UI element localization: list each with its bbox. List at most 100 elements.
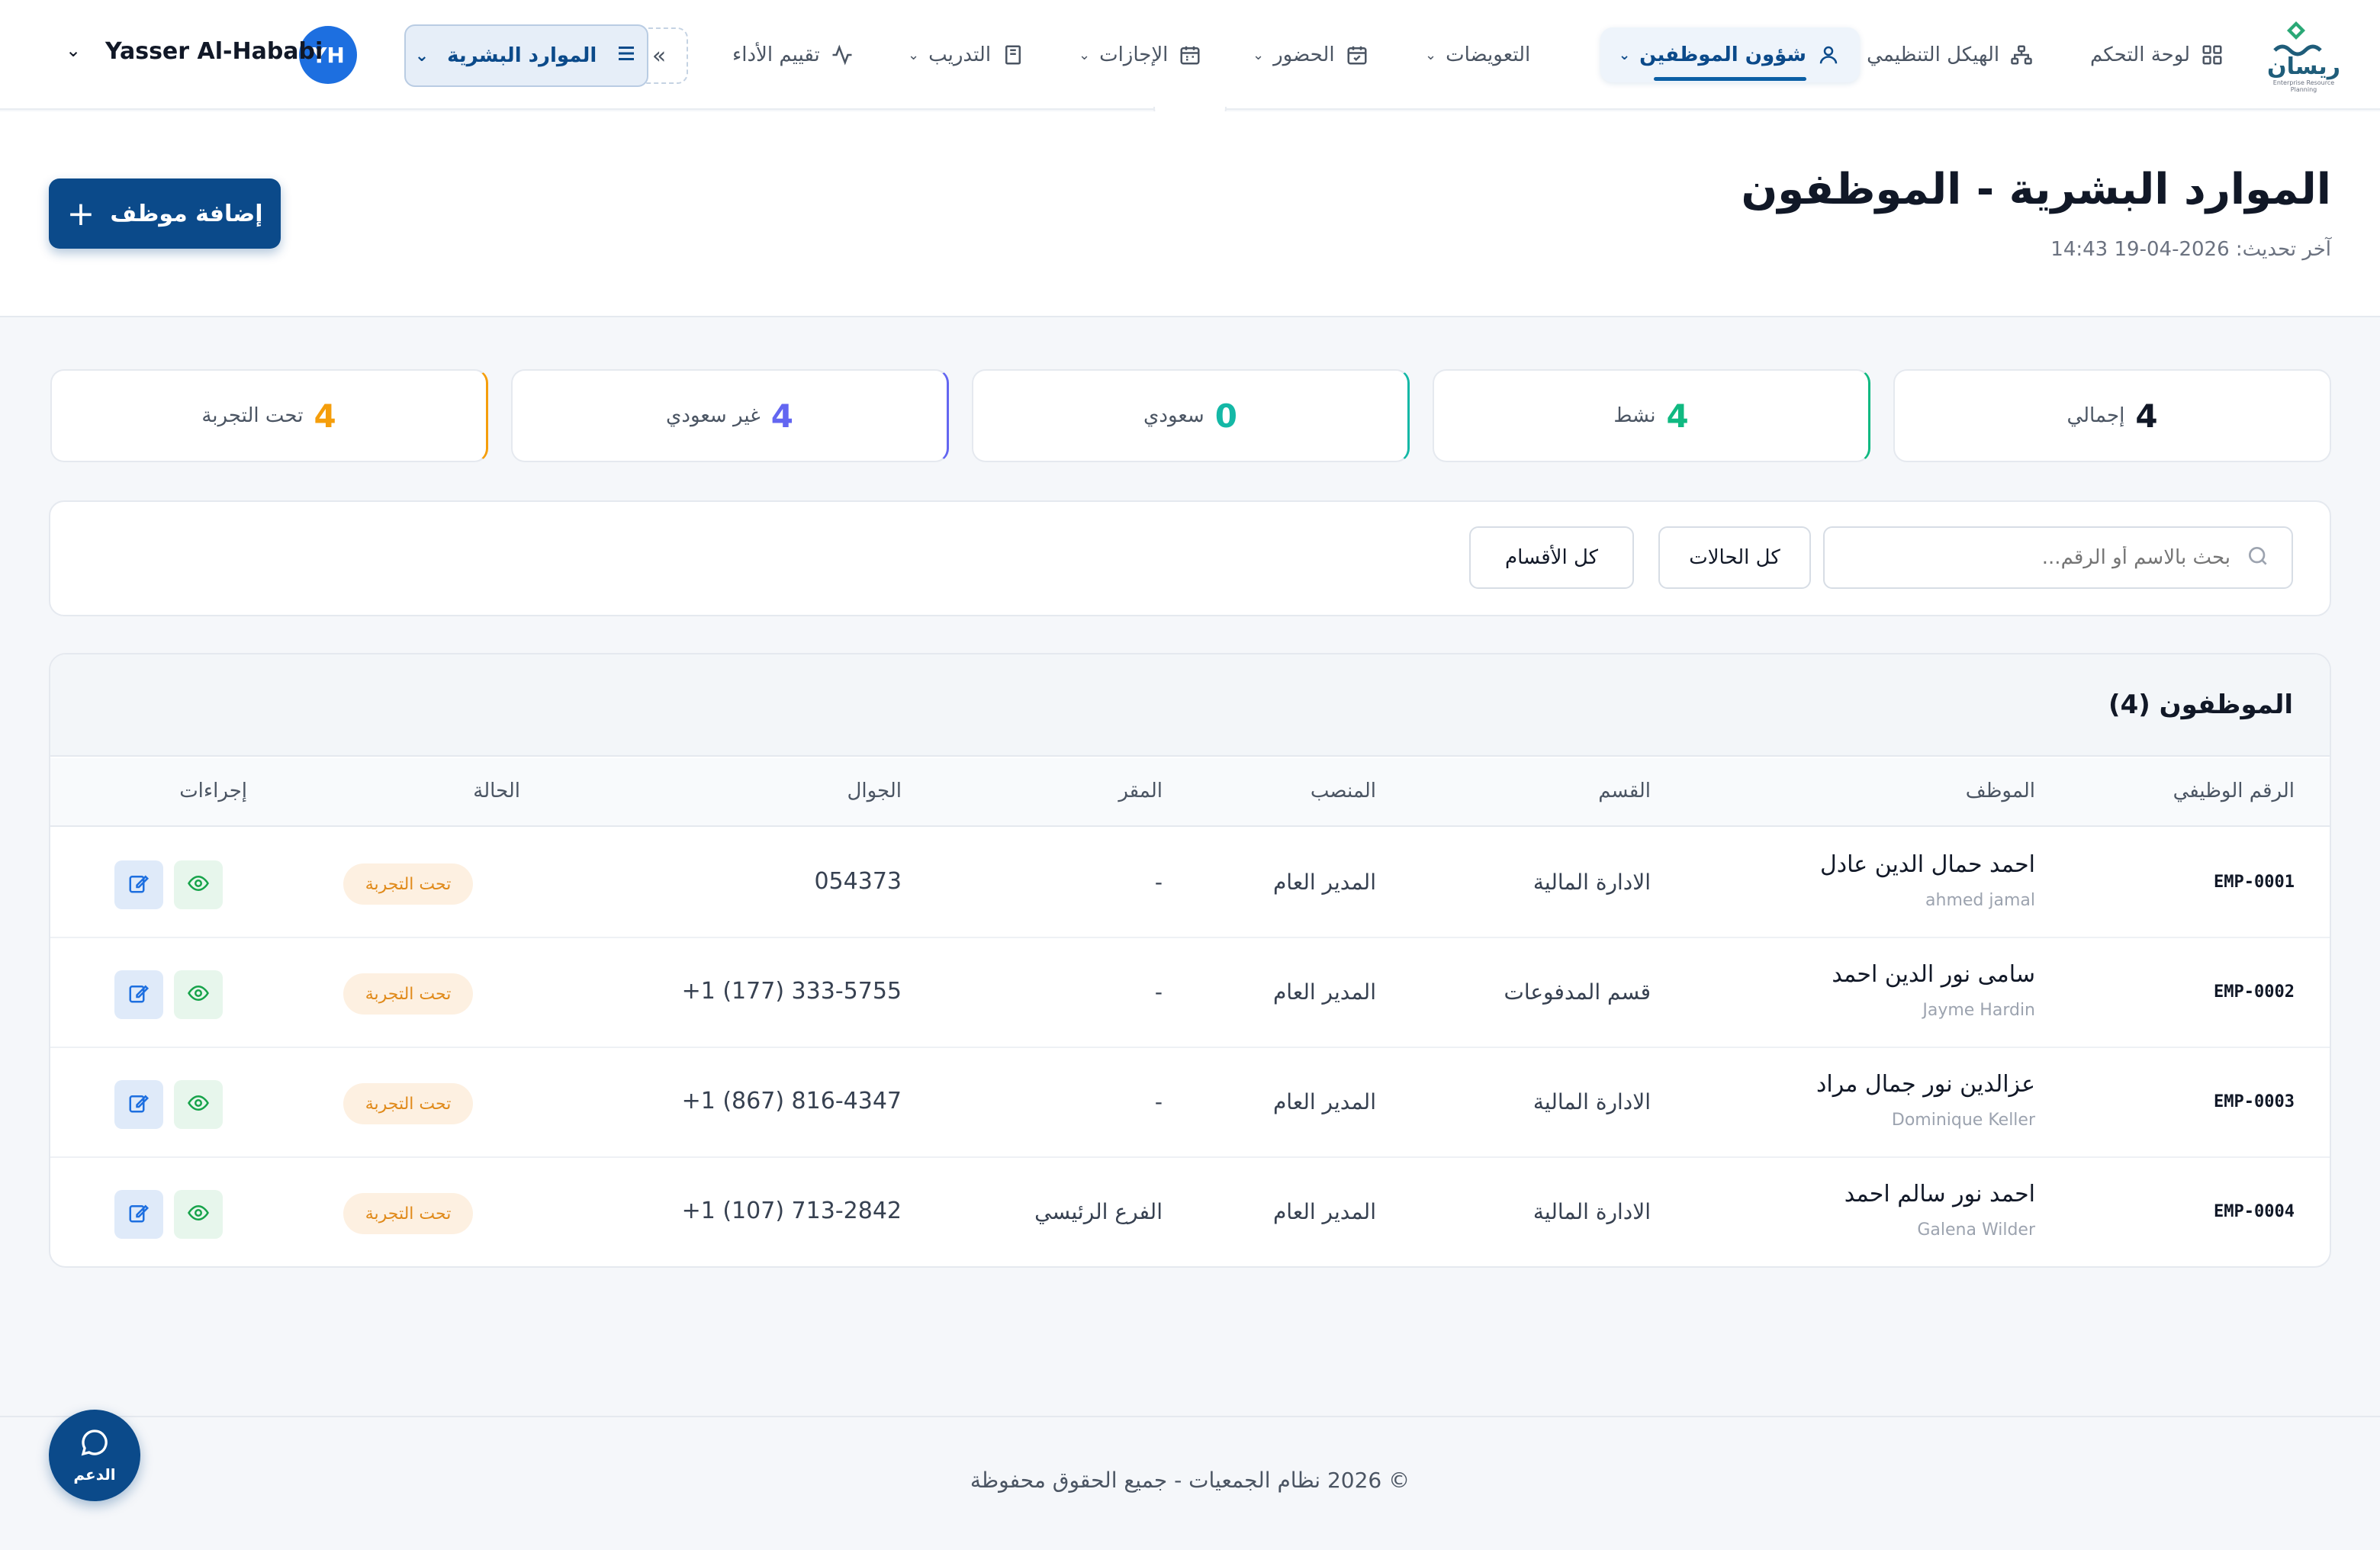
employee-id[interactable]: EMP-0004 <box>2214 1202 2295 1221</box>
stat-active: 4 نشط <box>1433 369 1870 462</box>
search-input[interactable] <box>1846 546 2230 569</box>
edit-icon <box>127 982 150 1008</box>
nav-compensation[interactable]: التعويضات ⌄ <box>1425 27 1530 82</box>
calendar-icon <box>1177 42 1203 68</box>
stat-saudi: 0 سعودي <box>972 369 1410 462</box>
employee-mobile: +1 (107) 713-2842 <box>681 1198 902 1224</box>
chevron-down-icon[interactable]: ⌄ <box>66 40 81 61</box>
stat-probation-value: 4 <box>314 397 336 435</box>
top-navigation: ريسان Enterprise Resource Planning لوحة … <box>0 0 2380 110</box>
col-header-id[interactable]: الرقم الوظيفي <box>2173 780 2295 802</box>
stat-non-saudi: 4 غير سعودي <box>511 369 949 462</box>
chevron-down-icon: ⌄ <box>1253 47 1265 63</box>
user-name[interactable]: Yasser Al-Hababi <box>105 38 323 65</box>
nav-dashboard[interactable]: لوحة التحكم <box>2090 27 2225 82</box>
edit-button[interactable] <box>114 860 163 909</box>
stat-total: 4 إجمالي <box>1893 369 2331 462</box>
activity-icon <box>829 42 855 68</box>
plus-icon: + <box>66 194 95 233</box>
employee-id[interactable]: EMP-0001 <box>2214 873 2295 892</box>
footer-copyright: © 2026 نظام الجمعيات - جميع الحقوق محفوظ… <box>970 1468 1410 1493</box>
edit-button[interactable] <box>114 970 163 1019</box>
nav-performance[interactable]: تقييم الأداء <box>732 27 855 82</box>
table-row[interactable]: EMP-0003 عزالدين نور جمال مراد Dominique… <box>50 1048 2330 1158</box>
nav-leaves[interactable]: الإجازات ⌄ <box>1079 27 1203 82</box>
col-header-department[interactable]: القسم <box>1598 780 1651 802</box>
support-button[interactable]: الدعم <box>49 1410 140 1501</box>
add-employee-button[interactable]: إضافة موظف + <box>49 178 281 249</box>
table-row[interactable]: EMP-0002 سامى نور الدين احمد Jayme Hardi… <box>50 938 2330 1048</box>
stat-total-label: إجمالي <box>2066 404 2125 427</box>
employee-mobile: +1 (867) 816-4347 <box>681 1088 902 1114</box>
nav-org-structure[interactable]: الهيكل التنظيمي ⌄ <box>1846 27 2034 82</box>
table-row[interactable]: EMP-0004 احمد نور سالم احمد Galena Wilde… <box>50 1158 2330 1266</box>
stat-probation-label: تحت التجربة <box>201 404 304 427</box>
nav-compensation-label: التعويضات <box>1446 43 1531 66</box>
chat-icon <box>79 1427 110 1461</box>
col-header-position[interactable]: المنصب <box>1311 780 1376 802</box>
employee-department: الادارة المالية <box>1533 1199 1651 1224</box>
chevron-down-icon: ⌄ <box>1619 47 1631 63</box>
status-filter-select[interactable]: كل الحالات <box>1658 526 1811 589</box>
edit-button[interactable] <box>114 1080 163 1129</box>
employees-table-card: الموظفون (4) الرقم الوظيفي الموظف القسم … <box>49 653 2331 1268</box>
employee-department: قسم المدفوعات <box>1504 979 1651 1005</box>
table-row[interactable]: EMP-0001 احمد حمال الدين عادل ahmed jama… <box>50 828 2330 938</box>
search-icon <box>2246 544 2270 571</box>
view-button[interactable] <box>174 970 223 1019</box>
employee-branch: - <box>1154 1089 1163 1114</box>
department-filter-select[interactable]: كل الأقسام <box>1469 526 1634 589</box>
view-button[interactable] <box>174 1190 223 1239</box>
view-button[interactable] <box>174 1080 223 1129</box>
employee-mobile: +1 (177) 333-5755 <box>681 978 902 1005</box>
employee-name-latin: ahmed jamal <box>1925 891 2035 910</box>
page-header <box>0 111 2380 317</box>
calendar-check-icon <box>1344 42 1370 68</box>
col-header-status[interactable]: الحالة <box>473 780 520 802</box>
nav-dashboard-label: لوحة التحكم <box>2090 43 2191 66</box>
col-header-branch[interactable]: المقر <box>1118 780 1163 802</box>
employee-name[interactable]: احمد حمال الدين عادل <box>1820 851 2035 878</box>
employee-position: المدير العام <box>1272 870 1376 895</box>
status-badge: تحت التجربة <box>343 1083 473 1124</box>
edit-icon <box>127 1201 150 1227</box>
module-selector-label: الموارد البشرية <box>447 44 597 67</box>
nav-training[interactable]: التدريب ⌄ <box>908 27 1026 82</box>
logo-text: ريسان <box>2267 53 2340 80</box>
employee-name[interactable]: عزالدين نور جمال مراد <box>1816 1071 2035 1098</box>
logo-subtitle: Enterprise Resource Planning <box>2272 79 2335 93</box>
employee-name[interactable]: سامى نور الدين احمد <box>1832 961 2035 988</box>
module-selector[interactable]: الموارد البشرية ⌄ <box>404 24 648 87</box>
employee-mobile: 054373 <box>814 868 902 895</box>
edit-button[interactable] <box>114 1190 163 1239</box>
employee-name-latin: Galena Wilder <box>1917 1220 2035 1240</box>
menu-icon <box>615 42 638 70</box>
col-header-actions: إجراءات <box>179 780 247 802</box>
col-header-mobile[interactable]: الجوال <box>847 780 902 802</box>
chevron-down-icon: ⌄ <box>1425 47 1437 63</box>
support-label: الدعم <box>73 1465 116 1484</box>
nav-org-structure-label: الهيكل التنظيمي <box>1867 43 2000 66</box>
employee-name[interactable]: احمد نور سالم احمد <box>1844 1181 2035 1208</box>
footer-divider <box>0 1416 2380 1417</box>
eye-icon <box>187 1092 210 1117</box>
employee-id[interactable]: EMP-0003 <box>2214 1092 2295 1111</box>
nav-training-label: التدريب <box>928 43 992 66</box>
eye-icon <box>187 982 210 1008</box>
stat-total-value: 4 <box>2135 397 2158 435</box>
edit-icon <box>127 872 150 898</box>
employee-id[interactable]: EMP-0002 <box>2214 982 2295 1002</box>
eye-icon <box>187 1201 210 1227</box>
nav-attendance[interactable]: الحضور ⌄ <box>1253 27 1370 82</box>
stat-non-saudi-label: غير سعودي <box>666 404 761 427</box>
employee-department: الادارة المالية <box>1533 870 1651 895</box>
stat-active-value: 4 <box>1666 397 1689 435</box>
nav-employee-affairs-label: شؤون الموظفين <box>1639 43 1806 66</box>
double-chevron-left-icon: « <box>651 42 667 69</box>
nav-employee-affairs[interactable]: شؤون الموظفين ⌄ <box>1600 27 1860 82</box>
employee-name-latin: Dominique Keller <box>1891 1111 2035 1130</box>
view-button[interactable] <box>174 860 223 909</box>
nav-performance-label: تقييم الأداء <box>732 43 820 66</box>
col-header-employee[interactable]: الموظف <box>1966 780 2035 802</box>
search-box[interactable] <box>1823 526 2293 589</box>
